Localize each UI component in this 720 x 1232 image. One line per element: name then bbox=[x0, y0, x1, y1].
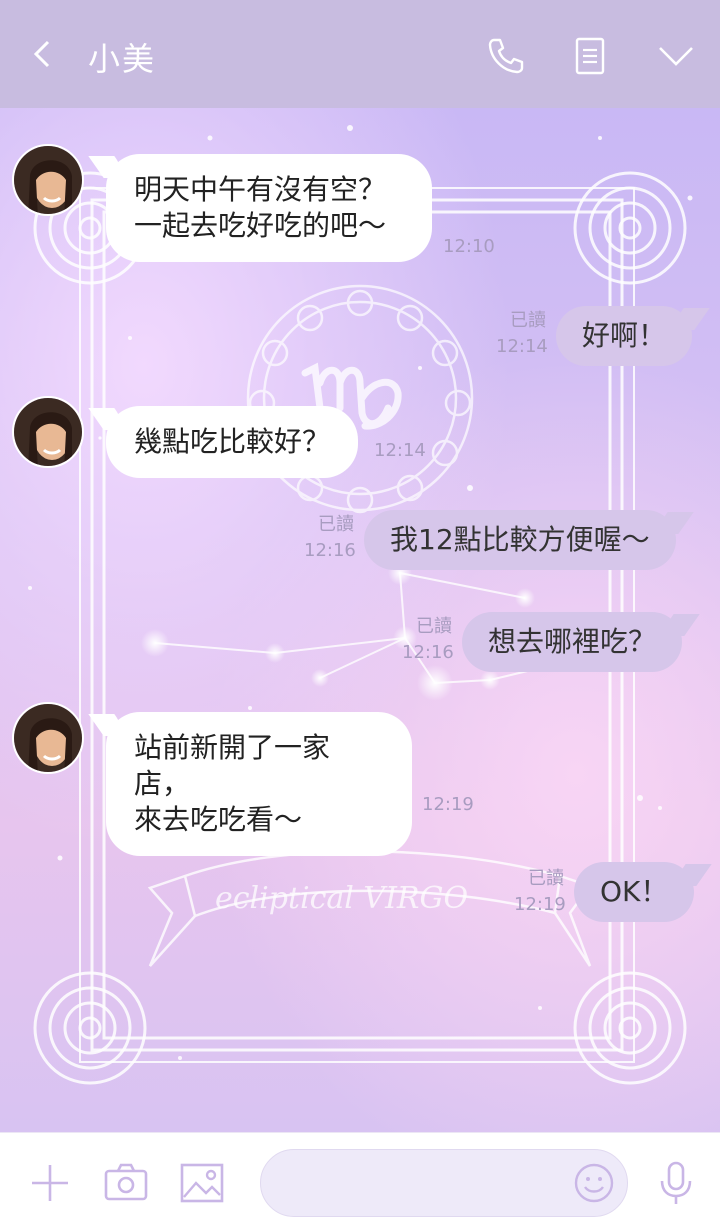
avatar[interactable] bbox=[12, 144, 84, 216]
ribbon-text: ecliptical VIRGO bbox=[215, 881, 468, 916]
message-time: 12:19 bbox=[422, 794, 474, 815]
image-icon[interactable] bbox=[178, 1159, 226, 1207]
chat-title: 小美 bbox=[88, 40, 157, 78]
emoji-icon[interactable] bbox=[572, 1161, 616, 1205]
outgoing-message[interactable]: OK！ bbox=[574, 862, 695, 922]
chevron-down-icon[interactable] bbox=[654, 34, 698, 78]
incoming-message[interactable]: 明天中午有沒有空？ 一起去吃好吃的吧〜 bbox=[106, 154, 432, 262]
message-time: 12:16 bbox=[304, 540, 356, 561]
read-receipt: 已讀 12:14 bbox=[496, 308, 548, 360]
read-receipt: 已讀 12:19 bbox=[514, 866, 566, 918]
read-label: 已讀 bbox=[528, 868, 564, 889]
message-time: 12:14 bbox=[496, 336, 548, 357]
microphone-icon[interactable] bbox=[652, 1159, 700, 1207]
chat-header: 小美 bbox=[0, 0, 720, 108]
outgoing-message[interactable]: 想去哪裡吃？ bbox=[462, 612, 683, 672]
incoming-message[interactable]: 幾點吃比較好？ bbox=[106, 406, 359, 478]
read-receipt: 已讀 12:16 bbox=[402, 614, 454, 666]
read-receipt: 已讀 12:16 bbox=[304, 512, 356, 564]
notes-icon[interactable] bbox=[568, 34, 612, 78]
incoming-message[interactable]: 站前新開了一家店， 來去吃吃看〜 bbox=[106, 712, 412, 856]
read-label: 已讀 bbox=[510, 310, 546, 331]
avatar[interactable] bbox=[12, 396, 84, 468]
message-time: 12:10 bbox=[443, 236, 495, 257]
read-label: 已讀 bbox=[416, 616, 452, 637]
message-time: 12:16 bbox=[402, 642, 454, 663]
phone-icon[interactable] bbox=[484, 34, 528, 78]
outgoing-message[interactable]: 好啊！ bbox=[556, 306, 693, 366]
chevron-left-icon[interactable] bbox=[28, 38, 56, 70]
camera-icon[interactable] bbox=[102, 1159, 150, 1207]
input-bar bbox=[0, 1132, 720, 1232]
chat-area[interactable]: ecliptical VIRGO 明天中午有沒有空？ 一起去吃好吃的吧〜 12:… bbox=[0, 108, 720, 1132]
read-label: 已讀 bbox=[318, 514, 354, 535]
message-time: 12:14 bbox=[374, 440, 426, 461]
avatar[interactable] bbox=[12, 702, 84, 774]
plus-icon[interactable] bbox=[26, 1159, 74, 1207]
outgoing-message[interactable]: 我12點比較方便喔〜 bbox=[364, 510, 676, 570]
message-time: 12:19 bbox=[514, 894, 566, 915]
